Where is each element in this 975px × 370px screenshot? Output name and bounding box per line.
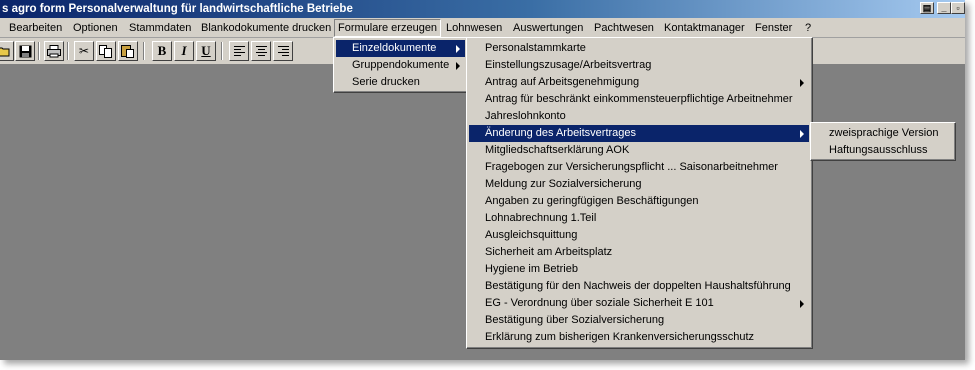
menu-item-label: Personalstammkarte	[485, 42, 586, 54]
menu-item-label: Einzeldokumente	[352, 42, 437, 54]
menu-item-label: Angaben zu geringfügigen Beschäftigungen	[485, 195, 699, 207]
menu-item-label: Meldung zur Sozialversicherung	[485, 178, 642, 190]
menu-item-label: zweisprachige Version	[829, 127, 939, 139]
menu-bar: Bearbeiten Optionen Stammdaten Blankodok…	[0, 18, 965, 38]
menu-item-aenderung-arbeitsvertrag[interactable]: Änderung des Arbeitsvertrages	[469, 125, 809, 142]
align-left-icon[interactable]	[229, 41, 249, 61]
menu-item-label: Ausgleichsquittung	[485, 229, 578, 241]
title-bar[interactable]: s agro form Personalverwaltung für landw…	[0, 0, 965, 18]
menu-item-label: Hygiene im Betrieb	[485, 263, 578, 275]
menu-item-gruppendokumente[interactable]: Gruppendokumente	[336, 57, 465, 74]
toolbar-separator	[38, 42, 40, 60]
menu-item-label: Bestätigung für den Nachweis der doppelt…	[485, 280, 791, 292]
menu-item-krankenversicherungsschutz[interactable]: Erklärung zum bisherigen Krankenversiche…	[469, 329, 809, 346]
menu-item-personalstammkarte[interactable]: Personalstammkarte	[469, 40, 809, 57]
menu-item-label: Fragebogen zur Versicherungspflicht ... …	[485, 161, 778, 173]
bold-icon[interactable]: B	[152, 41, 172, 61]
menu-item-label: Antrag für beschränkt einkommensteuerpfl…	[485, 93, 793, 105]
menu-item-jahreslohnkonto[interactable]: Jahreslohnkonto	[469, 108, 809, 125]
open-folder-icon[interactable]	[0, 41, 14, 61]
align-right-icon[interactable]	[273, 41, 293, 61]
save-icon[interactable]	[15, 41, 35, 61]
underline-icon[interactable]: U	[196, 41, 216, 61]
menu-item-label: Sicherheit am Arbeitsplatz	[485, 246, 613, 258]
menu-blankodokumente[interactable]: Blankodokumente drucken	[198, 20, 334, 36]
menu-item-einzeldokumente[interactable]: Einzeldokumente	[336, 40, 465, 57]
menu-item-label: Antrag auf Arbeitsgenehmigung	[485, 76, 640, 88]
menu-kontaktmanager[interactable]: Kontaktmanager	[661, 20, 748, 36]
menu-bearbeiten[interactable]: Bearbeiten	[6, 20, 65, 36]
menu-auswertungen[interactable]: Auswertungen	[510, 20, 586, 36]
menu-fenster[interactable]: Fenster	[752, 20, 795, 36]
menu-item-bestaetigung-sozialversicherung[interactable]: Bestätigung über Sozialversicherung	[469, 312, 809, 329]
toolbar-separator	[143, 42, 145, 60]
menu-item-antrag-arbeitsgenehmigung[interactable]: Antrag auf Arbeitsgenehmigung	[469, 74, 809, 91]
window-title: s agro form Personalverwaltung für landw…	[2, 3, 353, 15]
align-center-icon[interactable]	[251, 41, 271, 61]
menu-item-eg-verordnung[interactable]: EG - Verordnung über soziale Sicherheit …	[469, 295, 809, 312]
menu-pachtwesen[interactable]: Pachtwesen	[591, 20, 657, 36]
restore-icon[interactable]: ▫	[951, 2, 965, 14]
menu-item-label: Haftungsausschluss	[829, 144, 928, 156]
menu-item-zweisprachige-version[interactable]: zweisprachige Version	[813, 125, 952, 142]
aenderung-menu: zweisprachige Version Haftungsausschluss	[810, 122, 956, 161]
menu-item-label: Jahreslohnkonto	[485, 110, 566, 122]
menu-item-haftungsausschluss[interactable]: Haftungsausschluss	[813, 142, 952, 159]
menu-item-ausgleichsquittung[interactable]: Ausgleichsquittung	[469, 227, 809, 244]
menu-item-serie-drucken[interactable]: Serie drucken	[336, 74, 465, 91]
menu-item-geringfuegige[interactable]: Angaben zu geringfügigen Beschäftigungen	[469, 193, 809, 210]
menu-item-mitgliedschaft-aok[interactable]: Mitgliedschaftserklärung AOK	[469, 142, 809, 159]
print-icon[interactable]	[44, 41, 64, 61]
menu-item-fragebogen[interactable]: Fragebogen zur Versicherungspflicht ... …	[469, 159, 809, 176]
menu-item-meldung-sozialversicherung[interactable]: Meldung zur Sozialversicherung	[469, 176, 809, 193]
menu-help[interactable]: ?	[802, 20, 814, 36]
menu-item-doppelte-haushaltsfuehrung[interactable]: Bestätigung für den Nachweis der doppelt…	[469, 278, 809, 295]
formulare-menu: Einzeldokumente Gruppendokumente Serie d…	[333, 37, 469, 93]
menu-item-label: Serie drucken	[352, 76, 420, 88]
copy-icon[interactable]	[96, 41, 116, 61]
menu-formulare-erzeugen[interactable]: Formulare erzeugen	[334, 19, 442, 37]
toolbar-separator	[67, 42, 69, 60]
minimize-icon[interactable]: _	[937, 2, 951, 14]
menu-item-hygiene[interactable]: Hygiene im Betrieb	[469, 261, 809, 278]
menu-lohnwesen[interactable]: Lohnwesen	[443, 20, 505, 36]
menu-item-label: Änderung des Arbeitsvertrages	[485, 127, 637, 139]
submenu-arrow-icon	[800, 79, 804, 87]
toolbar-separator	[221, 42, 223, 60]
submenu-arrow-icon	[456, 45, 460, 53]
menu-item-lohnabrechnung[interactable]: Lohnabrechnung 1.Teil	[469, 210, 809, 227]
einzeldokumente-menu: Personalstammkarte Einstellungszusage/Ar…	[466, 37, 813, 349]
cut-icon[interactable]: ✂	[74, 41, 94, 61]
submenu-arrow-icon	[800, 130, 804, 138]
application-window: s agro form Personalverwaltung für landw…	[0, 0, 965, 360]
submenu-arrow-icon	[456, 62, 460, 70]
menu-item-label: Mitgliedschaftserklärung AOK	[485, 144, 630, 156]
menu-item-label: Einstellungszusage/Arbeitsvertrag	[485, 59, 652, 71]
menu-item-sicherheit[interactable]: Sicherheit am Arbeitsplatz	[469, 244, 809, 261]
menu-item-label: Erklärung zum bisherigen Krankenversiche…	[485, 331, 755, 343]
paste-icon[interactable]	[118, 41, 138, 61]
menu-item-label: Lohnabrechnung 1.Teil	[485, 212, 597, 224]
menu-stammdaten[interactable]: Stammdaten	[126, 20, 194, 36]
menu-item-label: Gruppendokumente	[352, 59, 450, 71]
menu-item-antrag-beschraenkt[interactable]: Antrag für beschränkt einkommensteuerpfl…	[469, 91, 809, 108]
menu-item-einstellungszusage[interactable]: Einstellungszusage/Arbeitsvertrag	[469, 57, 809, 74]
print-icon[interactable]: ▤	[920, 2, 934, 14]
menu-item-label: Bestätigung über Sozialversicherung	[485, 314, 665, 326]
italic-icon[interactable]: I	[174, 41, 194, 61]
menu-item-label: EG - Verordnung über soziale Sicherheit …	[485, 297, 714, 309]
menu-optionen[interactable]: Optionen	[70, 20, 121, 36]
submenu-arrow-icon	[800, 300, 804, 308]
